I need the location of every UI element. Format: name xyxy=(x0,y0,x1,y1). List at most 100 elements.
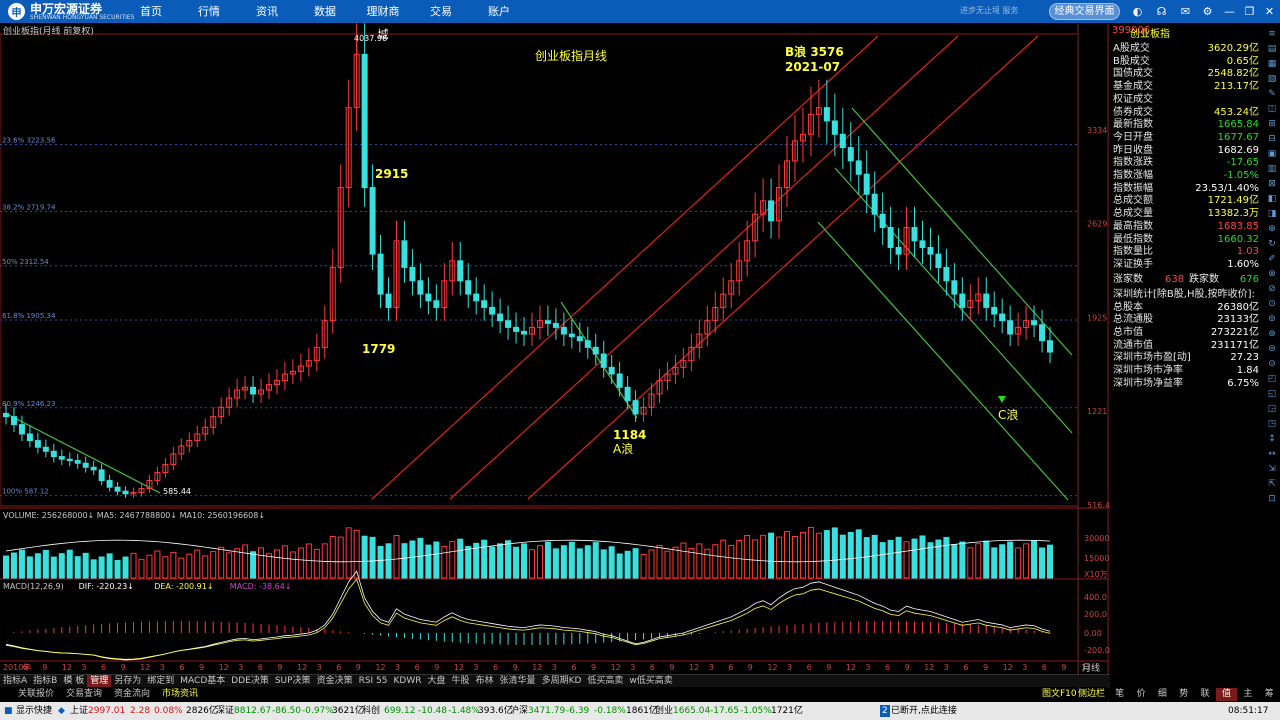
indicator-tab[interactable]: 多周期KD xyxy=(539,675,585,687)
indicator-tab[interactable]: DDE决策 xyxy=(228,675,272,687)
f10-link[interactable]: 图文F10 xyxy=(1042,688,1077,701)
indicator-tab[interactable]: KDWR xyxy=(391,675,425,687)
indicator-tab[interactable]: 绑定到 xyxy=(144,675,177,687)
quote-value: 23.53/1.40% xyxy=(1195,182,1259,194)
toolbar-icon-27[interactable]: ↕ xyxy=(1265,432,1279,446)
toolbar-icon-5[interactable]: ◫ xyxy=(1265,102,1279,116)
stat-value: 231171亿 xyxy=(1210,339,1259,351)
right-tab[interactable]: 主 xyxy=(1237,688,1258,701)
stat-value: 1.84 xyxy=(1236,365,1259,377)
indicator-tab[interactable]: 大盘 xyxy=(425,675,449,687)
indicator-tab[interactable]: w低买高卖 xyxy=(626,675,675,687)
annotation-p1779: 1779 xyxy=(362,342,395,356)
toolbar-icon-12[interactable]: ◨ xyxy=(1265,207,1279,221)
volume-bar xyxy=(226,552,233,579)
indicator-tab[interactable]: MACD基本 xyxy=(177,675,228,687)
toolbar-icon-3[interactable]: ▧ xyxy=(1265,72,1279,86)
show-fast[interactable]: 显示快捷 xyxy=(16,705,52,717)
candle-body xyxy=(250,386,257,395)
quote-label: 深证换手 xyxy=(1113,258,1153,270)
toolbar-icon-15[interactable]: ✐ xyxy=(1265,252,1279,266)
quote-value: 1682.69 xyxy=(1217,144,1259,156)
indicator-tab[interactable]: 布林 xyxy=(473,675,497,687)
candle-body xyxy=(839,133,846,149)
toolbar-icon-22[interactable]: ⊝ xyxy=(1265,357,1279,371)
kline-chart[interactable]: 23.6% 3223.5638.2% 2719.7450% 2312.5461.… xyxy=(0,0,1280,720)
right-tab[interactable]: 细 xyxy=(1152,688,1173,701)
quote-row: 指数量比 1.03 xyxy=(1109,245,1259,258)
volume-bar xyxy=(66,549,73,579)
toolbar-icon-17[interactable]: ⊘ xyxy=(1265,282,1279,296)
toolbar-icon-6[interactable]: ⊞ xyxy=(1265,117,1279,131)
toolbar-icon-1[interactable]: ▤ xyxy=(1265,42,1279,56)
toolbar-icon-8[interactable]: ▣ xyxy=(1265,147,1279,161)
volume-bar xyxy=(839,534,846,579)
toolbar-icon-4[interactable]: ✎ xyxy=(1265,87,1279,101)
indicator-tab[interactable]: 模 板 xyxy=(60,675,87,687)
volume-bar xyxy=(489,546,496,579)
toolbar-icon-26[interactable]: ◳ xyxy=(1265,417,1279,431)
right-tab[interactable]: 筹 xyxy=(1259,688,1280,701)
indicator-tab[interactable]: 资金决策 xyxy=(314,675,356,687)
toolbar-icon-25[interactable]: ◲ xyxy=(1265,402,1279,416)
candle-body xyxy=(497,313,504,322)
toolbar-icon-0[interactable]: ≡ xyxy=(1265,27,1279,41)
indicator-tab[interactable]: 张清华量 xyxy=(497,675,539,687)
toolbar-icon-19[interactable]: ⊚ xyxy=(1265,312,1279,326)
toolbar-icon-23[interactable]: ◰ xyxy=(1265,372,1279,386)
toolbar-icon-7[interactable]: ⊟ xyxy=(1265,132,1279,146)
quote-row: 指数涨幅 -1.05% xyxy=(1109,169,1259,182)
toolbar-icon-13[interactable]: ⊕ xyxy=(1265,222,1279,236)
toolbar-icon-16[interactable]: ⊗ xyxy=(1265,267,1279,281)
volume-bar xyxy=(696,543,703,579)
indicator-tab[interactable]: 另存为 xyxy=(111,675,144,687)
indicator-tab[interactable]: 低买高卖 xyxy=(584,675,626,687)
indicator-tab[interactable]: 管理 xyxy=(87,675,112,687)
candle-body xyxy=(417,280,424,295)
indicator-tab[interactable]: 牛股 xyxy=(449,675,473,687)
toolbar-icon-29[interactable]: ⇲ xyxy=(1265,462,1279,476)
right-tab[interactable]: 价 xyxy=(1130,688,1151,701)
indicator-tab[interactable]: 指标B xyxy=(30,675,60,687)
toolbar-icon-20[interactable]: ⊛ xyxy=(1265,327,1279,341)
candle-body xyxy=(465,280,472,295)
toolbar-icon-24[interactable]: ◱ xyxy=(1265,387,1279,401)
toolbar-icon-2[interactable]: ▦ xyxy=(1265,57,1279,71)
indicator-tab[interactable]: RSI 55 xyxy=(356,675,391,687)
connection-message[interactable]: 已断开,点此连接 xyxy=(891,705,957,717)
indicator-tab[interactable]: SUP决策 xyxy=(272,675,314,687)
x-axis-label: 6 xyxy=(258,663,263,672)
right-tab[interactable]: 势 xyxy=(1173,688,1194,701)
volume-bar xyxy=(329,535,336,579)
volume-label: VOLUME: 256268000↓ MA5: 2467788800↓ MA10… xyxy=(3,511,265,520)
volume-bar xyxy=(281,545,288,579)
x-axis-label: 3 xyxy=(944,663,949,672)
toolbar-icon-11[interactable]: ◧ xyxy=(1265,192,1279,206)
toolbar-icon-28[interactable]: ↔ xyxy=(1265,447,1279,461)
hs-name: 沪深 xyxy=(510,706,529,716)
sub-tab[interactable]: 关联报价 xyxy=(18,688,54,701)
sub-tab[interactable]: 资金流向 xyxy=(114,688,150,701)
toolbar-icon-14[interactable]: ↻ xyxy=(1265,237,1279,251)
toolbar-icon-31[interactable]: ⊡ xyxy=(1265,492,1279,506)
toolbar-icon-10[interactable]: ⊠ xyxy=(1265,177,1279,191)
down-label: 跌家数 xyxy=(1189,273,1219,285)
toolbar-icon-21[interactable]: ⊜ xyxy=(1265,342,1279,356)
right-tab[interactable]: 笔 xyxy=(1109,688,1130,701)
sidebar-link[interactable]: 侧边栏 xyxy=(1078,688,1105,701)
sub-tab[interactable]: 市场资讯 xyxy=(162,688,198,701)
right-tab[interactable]: 联 xyxy=(1195,688,1216,701)
toolbar-icon-18[interactable]: ⊙ xyxy=(1265,297,1279,311)
chart-title: 创业板指(月线 前复权) xyxy=(3,27,94,37)
toolbar-icon-9[interactable]: ▥ xyxy=(1265,162,1279,176)
period-label[interactable]: 月线 xyxy=(1082,662,1100,674)
uptrend-channel-line xyxy=(449,35,959,500)
sub-tab[interactable]: 交易查询 xyxy=(66,688,102,701)
x-axis-label: 6 xyxy=(336,663,341,672)
x-axis-label: 12 xyxy=(297,663,307,672)
hs-price: 3471.79 xyxy=(528,706,566,716)
volume-bar xyxy=(903,541,910,579)
toolbar-icon-30[interactable]: ⇱ xyxy=(1265,477,1279,491)
right-tab[interactable]: 值 xyxy=(1215,688,1238,701)
indicator-tab[interactable]: 指标A xyxy=(0,675,30,687)
